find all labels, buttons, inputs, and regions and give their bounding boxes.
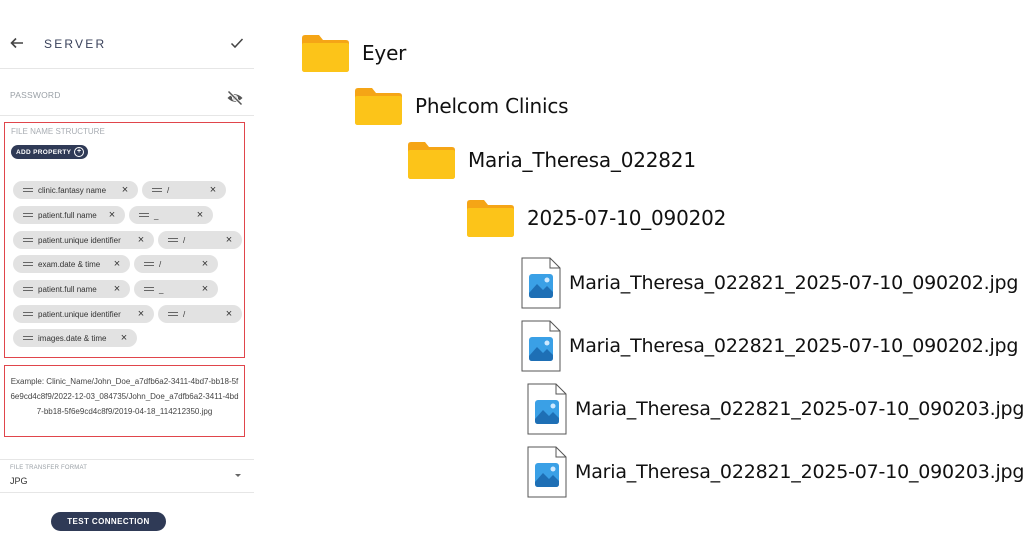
file-name: Maria_Theresa_022821_2025-07-10_090203.j… [575, 398, 1024, 420]
property-chip-label: images.date & time [38, 333, 107, 343]
property-chip-label: patient.unique identifier [38, 309, 121, 319]
divider [0, 492, 254, 493]
add-property-button[interactable]: ADD PROPERTY + [11, 145, 89, 159]
close-icon[interactable]: × [200, 259, 210, 270]
property-chip[interactable]: patient.full name × [13, 280, 130, 298]
folder-name: Eyer [362, 41, 407, 65]
folder-item[interactable]: 2025-07-10_090202 [466, 198, 726, 238]
folder-name: Maria_Theresa_022821 [468, 148, 696, 172]
folder-icon [408, 142, 455, 179]
folder-item[interactable]: Eyer [301, 33, 406, 73]
drag-handle-icon[interactable] [144, 287, 154, 291]
property-chip[interactable]: / × [158, 231, 242, 249]
file-transfer-format-select[interactable]: JPG [10, 476, 28, 486]
close-icon[interactable]: × [107, 210, 117, 221]
file-item[interactable]: Maria_Theresa_022821_2025-07-10_090203.j… [527, 446, 1024, 498]
plus-circle-icon: + [74, 147, 85, 157]
drag-handle-icon[interactable] [144, 262, 154, 266]
property-chip[interactable]: clinic.fantasy name × [13, 181, 138, 199]
property-chip-label: _ [154, 210, 159, 220]
property-chip-label: / [183, 235, 186, 245]
eye-off-icon[interactable] [226, 90, 244, 106]
image-file-icon [521, 320, 561, 372]
file-item[interactable]: Maria_Theresa_022821_2025-07-10_090202.j… [521, 320, 1018, 372]
property-chip-label: / [159, 259, 162, 269]
close-icon[interactable]: × [112, 259, 122, 270]
drag-handle-icon[interactable] [23, 336, 33, 340]
file-name-structure-section: FILE NAME STRUCTURE ADD PROPERTY + clini… [4, 122, 245, 358]
property-chip-label: patient.full name [38, 210, 97, 220]
close-icon[interactable]: × [112, 284, 122, 295]
close-icon[interactable]: × [119, 333, 129, 344]
close-icon[interactable]: × [208, 185, 218, 196]
server-settings-panel: SERVER PASSWORD FILE NAME STRUCTURE ADD … [0, 0, 254, 535]
close-icon[interactable]: × [120, 185, 130, 196]
test-connection-button[interactable]: TEST CONNECTION [51, 512, 166, 531]
property-chip-label: patient.full name [38, 284, 97, 294]
file-transfer-format-label: FILE TRANSFER FORMAT [10, 465, 88, 471]
drag-handle-icon[interactable] [23, 213, 33, 217]
example-text: Example: Clinic_Name/John_Doe_a7dfb6a2-3… [10, 377, 239, 416]
check-icon[interactable] [229, 35, 245, 51]
property-chip-label: / [167, 185, 170, 195]
property-chip-label: _ [159, 284, 164, 294]
drag-handle-icon[interactable] [139, 213, 149, 217]
close-icon[interactable]: × [224, 235, 234, 246]
close-icon[interactable]: × [200, 284, 210, 295]
property-chip-label: patient.unique identifier [38, 235, 121, 245]
folder-name: Phelcom Clinics [415, 94, 569, 118]
property-chip[interactable]: _ × [129, 206, 213, 224]
drag-handle-icon[interactable] [23, 287, 33, 291]
property-chip[interactable]: / × [134, 255, 218, 273]
close-icon[interactable]: × [136, 309, 146, 320]
property-chip-label: / [183, 309, 186, 319]
dropdown-caret-icon[interactable] [235, 474, 241, 477]
divider [0, 459, 254, 460]
property-chip[interactable]: patient.full name × [13, 206, 125, 224]
property-chip[interactable]: / × [142, 181, 226, 199]
drag-handle-icon[interactable] [168, 238, 178, 242]
property-chip[interactable]: _ × [134, 280, 218, 298]
folder-icon [467, 200, 514, 237]
example-section: Example: Clinic_Name/John_Doe_a7dfb6a2-3… [4, 365, 245, 437]
folder-icon [302, 35, 349, 72]
image-file-icon [527, 383, 567, 435]
image-file-icon [521, 257, 561, 309]
file-name: Maria_Theresa_022821_2025-07-10_090202.j… [569, 335, 1019, 357]
panel-title: SERVER [44, 37, 107, 51]
file-name: Maria_Theresa_022821_2025-07-10_090202.j… [569, 272, 1019, 294]
file-item[interactable]: Maria_Theresa_022821_2025-07-10_090202.j… [521, 257, 1018, 309]
close-icon[interactable]: × [224, 309, 234, 320]
drag-handle-icon[interactable] [168, 312, 178, 316]
file-name: Maria_Theresa_022821_2025-07-10_090203.j… [575, 461, 1024, 483]
drag-handle-icon[interactable] [23, 188, 33, 192]
password-field-label: PASSWORD [10, 90, 61, 100]
password-field[interactable] [0, 115, 254, 116]
drag-handle-icon[interactable] [23, 312, 33, 316]
property-chip[interactable]: patient.unique identifier × [13, 231, 154, 249]
property-chip[interactable]: images.date & time × [13, 329, 137, 347]
close-icon[interactable]: × [195, 210, 205, 221]
folder-name: 2025-07-10_090202 [527, 206, 727, 230]
add-property-label: ADD PROPERTY [16, 148, 72, 156]
drag-handle-icon[interactable] [23, 262, 33, 266]
close-icon[interactable]: × [136, 235, 146, 246]
file-name-structure-label: FILE NAME STRUCTURE [11, 127, 105, 136]
drag-handle-icon[interactable] [23, 238, 33, 242]
image-file-icon [527, 446, 567, 498]
file-item[interactable]: Maria_Theresa_022821_2025-07-10_090203.j… [527, 383, 1024, 435]
property-chip[interactable]: exam.date & time × [13, 255, 130, 273]
back-arrow-icon[interactable] [9, 35, 25, 51]
property-chip-label: clinic.fantasy name [38, 185, 107, 195]
property-chip[interactable]: / × [158, 305, 242, 323]
panel-header: SERVER [0, 0, 254, 69]
folder-item[interactable]: Maria_Theresa_022821 [407, 140, 696, 180]
drag-handle-icon[interactable] [152, 188, 162, 192]
property-chip[interactable]: patient.unique identifier × [13, 305, 154, 323]
folder-icon [355, 88, 402, 125]
folder-item[interactable]: Phelcom Clinics [354, 86, 569, 126]
property-chip-label: exam.date & time [38, 259, 101, 269]
